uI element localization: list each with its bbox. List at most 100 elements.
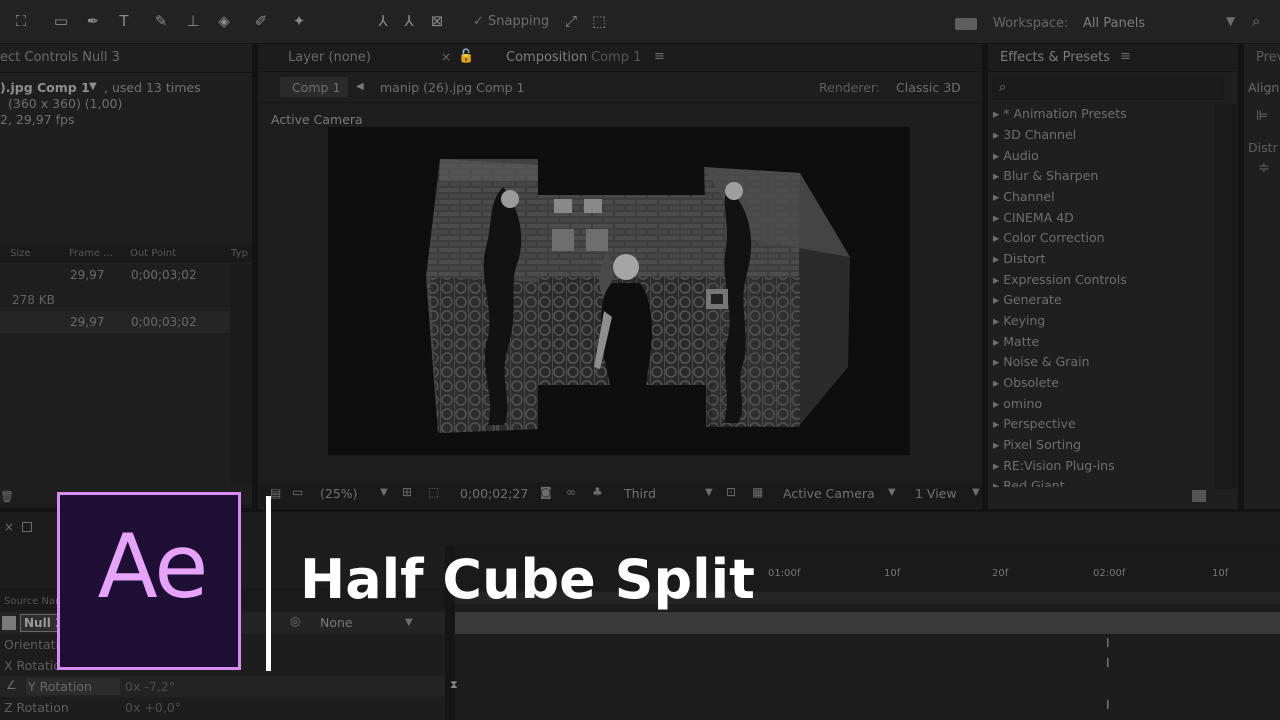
clone-stamp-tool-icon[interactable]: ⊥ [182, 10, 204, 32]
current-time-display[interactable]: 0;00;02;27 [460, 486, 528, 501]
effects-category[interactable]: ▸ Perspective [993, 416, 1076, 431]
layer-duration-bar[interactable] [455, 612, 1280, 634]
brush-tool-icon[interactable]: ✎ [150, 10, 172, 32]
effects-category[interactable]: ▸ 3D Channel [993, 127, 1076, 142]
effects-category[interactable]: ▸ Pixel Sorting [993, 437, 1081, 452]
distribute-top-icon[interactable]: ≑ [1258, 160, 1270, 176]
align-left-icon[interactable]: ⊫ [1256, 108, 1268, 124]
breadcrumb-comp-1[interactable]: Comp 1 [280, 77, 348, 97]
parent-select[interactable]: None [320, 615, 353, 630]
always-preview-icon[interactable]: ▤ [270, 486, 281, 500]
effects-category[interactable]: ▸ RE:Vision Plug-ins [993, 458, 1115, 473]
view-axis-icon[interactable]: ⊠ [426, 10, 448, 32]
resolution-select[interactable]: Third [624, 486, 656, 501]
effects-category[interactable]: ▸ Keying [993, 313, 1045, 328]
keyframe-icon[interactable]: I [1106, 698, 1110, 712]
lock-icon[interactable]: 🔓 [458, 49, 474, 64]
chevron-down-icon[interactable]: ▼ [405, 617, 413, 628]
close-icon[interactable]: × [4, 520, 14, 534]
effects-category[interactable]: ▸ Color Correction [993, 230, 1105, 245]
chevron-down-icon[interactable]: ▼ [89, 81, 97, 92]
table-row[interactable]: 29,97 0;00;03;02 ⊥ [0, 264, 244, 286]
table-row[interactable]: 29,97 0;00;03;02 [0, 311, 230, 333]
snap-edges-icon[interactable]: ⤢ [560, 10, 582, 32]
column-frame-rate[interactable]: Frame ... [69, 248, 113, 259]
keyframe-icon[interactable]: I [1106, 656, 1110, 670]
effects-category[interactable]: ▸ Expression Controls [993, 272, 1127, 287]
snapping-toggle[interactable]: ✓ Snapping [473, 14, 549, 29]
eraser-tool-icon[interactable]: ◈ [213, 10, 235, 32]
new-folder-icon[interactable] [1192, 490, 1206, 502]
monitor-icon[interactable]: ▭ [292, 485, 303, 499]
roto-brush-tool-icon[interactable]: ✐ [250, 10, 272, 32]
scrollbar[interactable] [231, 264, 252, 484]
effects-search-input[interactable]: ⌕ [992, 78, 1224, 100]
frame-rate-cell: 29,97 [70, 315, 105, 329]
mask-visibility-icon[interactable]: ⬚ [428, 485, 439, 499]
pickwhip-icon[interactable]: ◎ [290, 614, 300, 628]
transparency-grid-icon[interactable]: ▦ [752, 485, 763, 499]
tab-effect-controls[interactable]: ect Controls Null 3 [0, 50, 120, 65]
local-axis-icon[interactable]: ⅄ [372, 10, 394, 32]
rectangle-tool-icon[interactable]: ▭ [50, 10, 72, 32]
effects-category[interactable]: ▸ Noise & Grain [993, 354, 1090, 369]
column-size[interactable]: Size [10, 248, 31, 259]
graph-icon[interactable]: ∠ [6, 678, 17, 692]
grid-guides-icon[interactable]: ⊞ [402, 485, 412, 499]
effects-category[interactable]: ▸ Red Giant [993, 478, 1065, 487]
workspace-select[interactable]: All Panels [1083, 16, 1145, 31]
menu-icon[interactable]: ≡ [1120, 49, 1131, 64]
hand-tool-icon[interactable]: ⛶ [10, 10, 32, 32]
snap-grid-icon[interactable]: ⬚ [588, 10, 610, 32]
effects-category[interactable]: ▸ * Animation Presets [993, 106, 1127, 121]
chevron-down-icon[interactable]: ▼ [888, 487, 896, 498]
chevron-down-icon[interactable]: ▼ [972, 487, 980, 498]
column-out-point[interactable]: Out Point [130, 248, 176, 259]
search-help-icon[interactable]: ⌕ [1252, 12, 1260, 30]
effects-category[interactable]: ▸ Blur & Sharpen [993, 168, 1098, 183]
chevron-down-icon[interactable]: ▼ [705, 487, 713, 498]
chevron-down-icon[interactable]: ▼ [380, 487, 388, 498]
world-axis-icon[interactable]: ⅄ [398, 10, 420, 32]
composition-viewer[interactable] [328, 127, 910, 455]
pen-tool-icon[interactable]: ✒ [82, 10, 104, 32]
puppet-pin-tool-icon[interactable]: ✦ [288, 10, 310, 32]
tab-composition[interactable]: Composition [506, 50, 587, 65]
effects-category[interactable]: ▸ Distort [993, 251, 1045, 266]
source-name-column[interactable]: Source Nam [4, 596, 65, 607]
column-type[interactable]: Typ [231, 248, 248, 259]
effects-category[interactable]: ▸ omino [993, 396, 1042, 411]
tab-layer[interactable]: Layer (none) [288, 50, 371, 65]
y-rotation-value[interactable]: 0x -7,2° [125, 679, 175, 694]
effects-category[interactable]: ▸ Channel [993, 189, 1055, 204]
camera-view-select[interactable]: Active Camera [783, 486, 875, 501]
effects-category[interactable]: ▸ CINEMA 4D [993, 210, 1074, 225]
keyframe-icon[interactable]: I [1106, 636, 1110, 650]
type-tool-icon[interactable]: T [113, 10, 135, 32]
tab-preview[interactable]: Prev [1256, 50, 1280, 65]
close-icon[interactable]: × [441, 50, 451, 64]
effects-category[interactable]: ▸ Matte [993, 334, 1039, 349]
layer-label-color[interactable] [2, 616, 16, 630]
camera-snapshot-icon[interactable]: ◙ [540, 485, 552, 499]
workspace-dropdown-icon[interactable]: ▼ [1226, 14, 1235, 28]
zoom-select[interactable]: (25%) [320, 486, 358, 501]
breadcrumb-manip[interactable]: manip (26).jpg Comp 1 [380, 80, 525, 95]
view-layout-select[interactable]: 1 View [915, 486, 957, 501]
effects-scrollbar[interactable] [1214, 104, 1238, 489]
region-of-interest-icon[interactable]: ⊡ [726, 485, 736, 499]
show-snapshot-icon[interactable]: ∞ [566, 485, 576, 499]
menu-icon[interactable]: ≡ [654, 49, 665, 64]
tab-separator [0, 72, 252, 73]
tab-effects-presets[interactable]: Effects & Presets [1000, 50, 1110, 65]
keyframe-icon[interactable]: ⧗ [450, 678, 458, 692]
effects-category[interactable]: ▸ Obsolete [993, 375, 1059, 390]
trash-icon[interactable]: 🗑 [0, 490, 14, 503]
table-row[interactable]: ∠ Y Rotation 0x -7,2° [0, 676, 445, 697]
effects-category[interactable]: ▸ Audio [993, 148, 1039, 163]
table-row[interactable]: 278 KB [0, 289, 230, 311]
z-rotation-value[interactable]: 0x +0,0° [125, 700, 181, 715]
effects-category[interactable]: ▸ Generate [993, 292, 1062, 307]
channel-icon[interactable]: ♣ [592, 485, 603, 499]
renderer-value[interactable]: Classic 3D [896, 80, 961, 95]
